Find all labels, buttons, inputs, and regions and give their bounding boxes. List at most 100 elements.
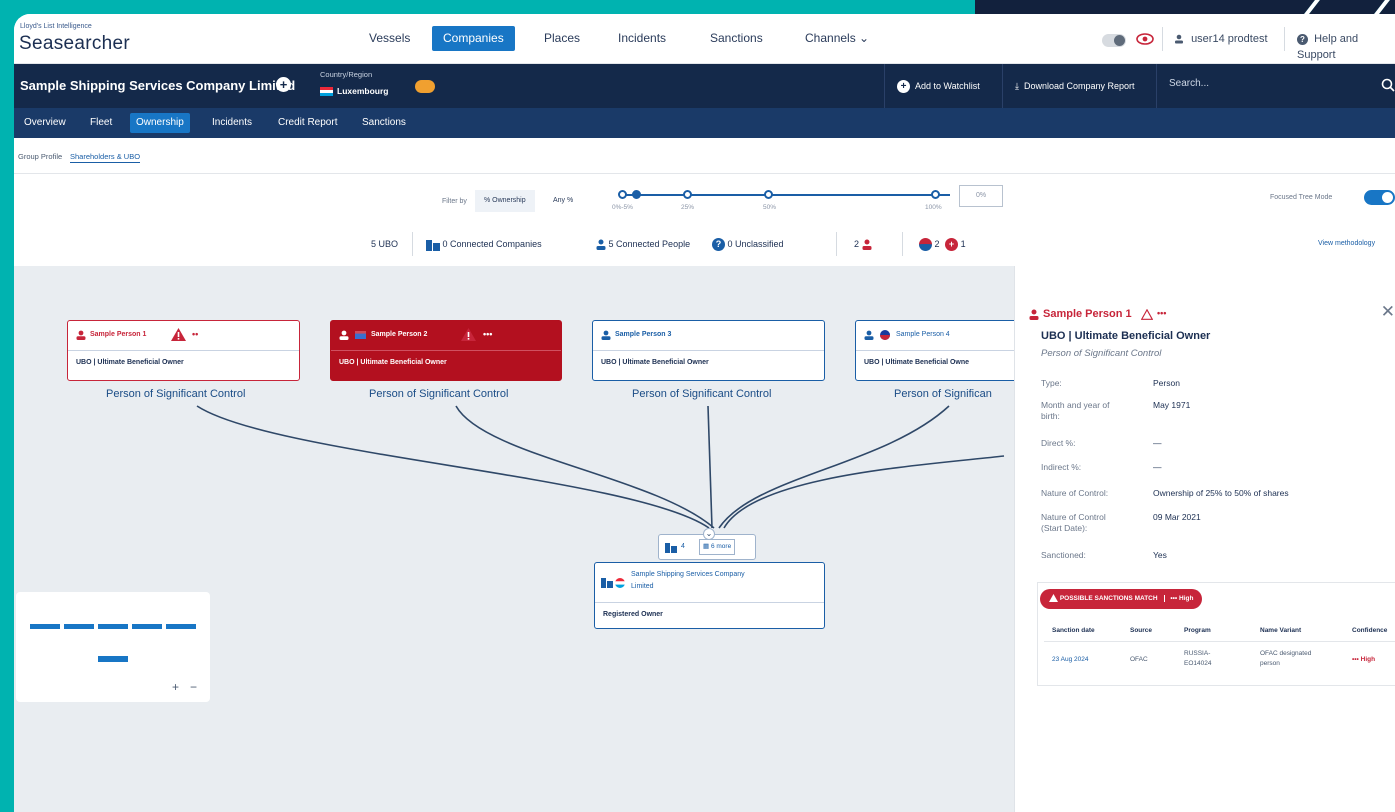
node-header: Sample Person 1 •• [68, 321, 299, 351]
view-methodology-link[interactable]: View methodology [1318, 240, 1375, 247]
node-role: UBO | Ultimate Beneficial Owner [339, 359, 447, 366]
collapse-chevron-icon[interactable]: ⌄ [703, 528, 715, 540]
expand-more-button[interactable]: ▦ 6 more [699, 539, 736, 555]
logo[interactable]: Seasearcher [19, 33, 130, 55]
tab-incidents[interactable]: Incidents [206, 113, 258, 133]
building-icon [665, 543, 677, 553]
connections-count: 4 [681, 543, 685, 550]
risk-dots: ••• [483, 329, 493, 339]
person-node-2[interactable]: Sample Person 2 ••• UBO | Ultimate Benef… [330, 320, 562, 381]
minimap-node [132, 624, 162, 629]
control-label: Person of Significant Control [106, 388, 246, 400]
tab-sanctions[interactable]: Sanctions [356, 113, 412, 133]
slider-tick-label: 0%-5% [612, 204, 633, 211]
subtab-group-profile[interactable]: Group Profile [18, 152, 62, 161]
expand-icon: ▦ [703, 543, 710, 550]
minimap-node [98, 656, 128, 662]
search-icon[interactable] [1381, 78, 1395, 92]
flag-icon [919, 238, 932, 252]
help-link[interactable]: ? Help and Support [1297, 31, 1395, 61]
sanctions-badge-level: ••• High [1164, 595, 1194, 602]
logo-tagline: Lloyd's List Intelligence [20, 23, 92, 30]
unclassified[interactable]: ? 0 Unclassified [712, 236, 784, 252]
risk-badge-icon[interactable] [415, 80, 435, 93]
company-header: Sample Shipping Services Company Limited… [14, 64, 1395, 108]
field-label: Sanctioned: [1041, 550, 1086, 560]
divider [1162, 27, 1163, 51]
user-icon [1175, 34, 1183, 44]
company-node-name-line1: Sample Shipping Services Company [631, 571, 745, 578]
node-name: Sample Person 1 [90, 331, 147, 338]
tab-credit-report[interactable]: Credit Report [272, 113, 343, 133]
node-name: Sample Person 2 [371, 331, 428, 338]
company-tabs: Overview Fleet Ownership Incidents Credi… [14, 108, 1395, 138]
tab-fleet[interactable]: Fleet [84, 113, 118, 133]
slider-handle[interactable] [683, 190, 692, 199]
slider-handle[interactable] [931, 190, 940, 199]
panel-subtitle: Person of Significant Control [1041, 348, 1162, 359]
sub-tabs: Group Profile Shareholders & UBO [14, 138, 1395, 174]
person-red-icon [76, 330, 86, 340]
focused-tree-mode-toggle[interactable] [1364, 190, 1395, 205]
nav-channels[interactable]: Channels ⌄ [794, 26, 880, 51]
minimap-node [166, 624, 196, 629]
unclassified-label: 0 Unclassified [727, 239, 784, 249]
sanctioned-people[interactable]: 2 [854, 236, 872, 252]
nav-sanctions[interactable]: Sanctions [699, 26, 774, 51]
sanctions-match-badge[interactable]: POSSIBLE SANCTIONS MATCH ••• High [1040, 589, 1203, 609]
flag-risk-stats[interactable]: 2 + 1 [919, 236, 966, 252]
panel-person-name: Sample Person 1 [1043, 308, 1132, 320]
node-role: UBO | Ultimate Beneficial Owne [864, 359, 970, 366]
minimap-node [98, 624, 128, 629]
nav-channels-label: Channels [805, 31, 856, 45]
nav-vessels[interactable]: Vessels [358, 26, 421, 51]
node-header: Sample Shipping Services Company Limited [595, 563, 824, 603]
download-icon: ⤓ [1015, 81, 1019, 91]
person-node-1[interactable]: Sample Person 1 •• UBO | Ultimate Benefi… [67, 320, 300, 381]
person-node-3[interactable]: Sample Person 3 UBO | Ultimate Beneficia… [592, 320, 825, 381]
filter-ownership-button[interactable]: % Ownership [475, 190, 535, 212]
add-plus-icon[interactable]: + [276, 77, 291, 92]
search-box [1156, 64, 1395, 108]
tab-ownership[interactable]: Ownership [130, 113, 190, 133]
filter-any-button[interactable]: Any % [544, 190, 582, 212]
slider-handle[interactable] [632, 190, 641, 199]
zoom-out-button[interactable]: − [190, 680, 197, 694]
tab-overview[interactable]: Overview [18, 113, 72, 133]
nav-places[interactable]: Places [533, 26, 591, 51]
sanction-date[interactable]: 23 Aug 2024 [1052, 655, 1089, 665]
sanction-count: 1 [960, 239, 966, 249]
column-header: Name Variant [1260, 627, 1302, 634]
nav-companies[interactable]: Companies [432, 26, 515, 51]
field-value: 09 Mar 2021 [1153, 512, 1201, 522]
divider [412, 232, 413, 256]
slider-handle[interactable] [618, 190, 627, 199]
ownership-slider-track[interactable] [620, 194, 950, 196]
ubo-count: 5 UBO [371, 239, 399, 249]
subtab-shareholders-ubo[interactable]: Shareholders & UBO [70, 152, 141, 163]
eye-icon[interactable] [1136, 32, 1154, 46]
nav-incidents[interactable]: Incidents [607, 26, 677, 51]
country-value: Luxembourg [337, 86, 389, 96]
theme-toggle[interactable] [1102, 34, 1126, 47]
country-label: Country/Region [320, 70, 373, 79]
risk-dots: •• [192, 329, 199, 339]
ownership-percent-input[interactable]: 0% [959, 185, 1003, 207]
ownership-tree-canvas[interactable]: Sample Person 1 •• UBO | Ultimate Benefi… [14, 266, 1055, 812]
add-to-watchlist-button[interactable]: + Add to Watchlist [884, 64, 992, 108]
connected-people[interactable]: 5 Connected People [596, 236, 690, 252]
user-menu[interactable]: user14 prodtest [1174, 31, 1268, 47]
field-value: Yes [1153, 550, 1167, 560]
search-input[interactable] [1169, 78, 1349, 89]
minimap[interactable]: + − [16, 592, 210, 702]
divider [902, 232, 903, 256]
close-icon[interactable]: ✕ [1381, 302, 1395, 322]
download-report-button[interactable]: ⤓ Download Company Report [1002, 64, 1147, 108]
field-label: Direct %: [1041, 438, 1076, 448]
company-node[interactable]: Sample Shipping Services Company Limited… [594, 562, 825, 629]
column-header: Confidence [1352, 627, 1388, 634]
luxembourg-flag-icon [615, 578, 625, 588]
connected-companies[interactable]: 0 Connected Companies [426, 236, 542, 252]
slider-handle[interactable] [764, 190, 773, 199]
zoom-in-button[interactable]: + [172, 680, 179, 694]
